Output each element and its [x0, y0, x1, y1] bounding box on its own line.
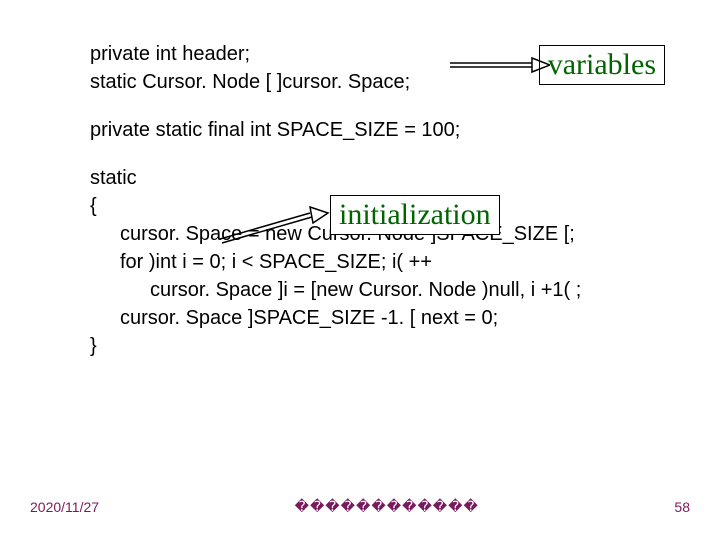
code-line: cursor. Space ]SPACE_SIZE -1. [ next = 0…: [90, 304, 630, 332]
footer-date: 2020/11/27: [30, 499, 99, 515]
code-line: static: [90, 164, 630, 192]
code-line: for )int i = 0; i < SPACE_SIZE; i( ++: [90, 248, 630, 276]
code-line: private static final int SPACE_SIZE = 10…: [90, 116, 630, 144]
code-line: }: [90, 332, 630, 360]
footer-center: ������������: [99, 498, 674, 515]
code-line: cursor. Space ]i = [new Cursor. Node )nu…: [90, 276, 630, 304]
arrow-icon: [220, 205, 330, 245]
footer: 2020/11/27 ������������ 58: [0, 498, 720, 515]
initialization-label: initialization: [330, 195, 500, 235]
variables-label: variables: [539, 45, 665, 85]
arrow-icon: [450, 55, 550, 75]
footer-page: 58: [674, 499, 690, 515]
